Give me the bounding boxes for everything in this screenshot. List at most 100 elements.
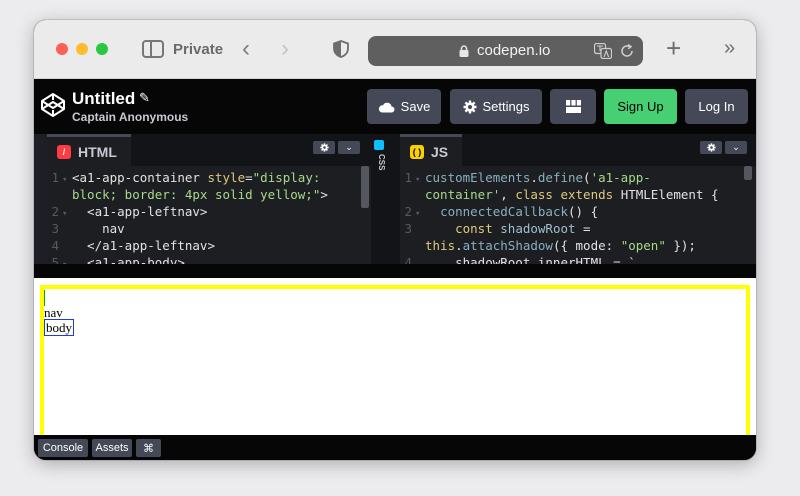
- html-tab-label: HTML: [78, 143, 117, 160]
- js-settings-button[interactable]: [700, 141, 722, 154]
- tab-html[interactable]: / HTML: [47, 134, 131, 166]
- code-token: });: [665, 238, 696, 253]
- new-tab-button[interactable]: +: [666, 34, 681, 62]
- js-collapse-button[interactable]: ⌄: [725, 141, 747, 154]
- code-token: =: [245, 170, 253, 185]
- css-tab-label[interactable]: CSS: [377, 154, 386, 170]
- cloud-icon: [378, 102, 395, 112]
- change-view-button[interactable]: [550, 89, 596, 124]
- code-token: 'a1-app-: [590, 170, 651, 185]
- result-preview[interactable]: nav body: [34, 278, 756, 445]
- code-line: 1 ▾ customElements.define('a1-app-: [400, 169, 651, 186]
- code-token: () {: [568, 204, 599, 219]
- editors-area: / HTML ⌄ 1 ▾ <a1-app-container style="disp…: [34, 134, 756, 264]
- save-button[interactable]: Save: [367, 89, 441, 124]
- html-settings-button[interactable]: [313, 141, 335, 154]
- code-line: 4 </a1-app-leftnav>: [47, 237, 215, 254]
- line-number: 5: [51, 255, 59, 264]
- preview-resize-handle[interactable]: [34, 264, 756, 278]
- line-number: 2: [51, 204, 59, 219]
- code-token: const: [425, 221, 501, 236]
- html-code[interactable]: 1 ▾ <a1-app-container style="display: block…: [47, 166, 371, 264]
- gear-icon: [706, 143, 716, 152]
- layout-grid-icon: [565, 100, 581, 113]
- edit-title-icon[interactable]: ✎: [139, 90, 150, 106]
- minimize-window-button[interactable]: [76, 43, 88, 55]
- code-line: 2 ▾ connectedCallback() {: [400, 203, 598, 220]
- codepen-logo-icon[interactable]: [40, 92, 66, 118]
- code-line: 2 ▾ <a1-app-leftnav>: [47, 203, 207, 220]
- code-line: this.attachShadow({ mode: "open" });: [400, 237, 696, 254]
- chevron-down-icon: ⌄: [732, 142, 740, 152]
- js-scrollbar[interactable]: [744, 166, 752, 180]
- console-button[interactable]: Console: [38, 439, 88, 457]
- close-window-button[interactable]: [56, 43, 68, 55]
- code-token: <a1-app-leftnav>: [72, 204, 208, 219]
- code-token: HTMLElement {: [620, 187, 719, 202]
- code-token: shadowRoot: [500, 221, 576, 236]
- js-tab-label: JS: [431, 143, 449, 160]
- html-editor: / HTML ⌄ 1 ▾ <a1-app-container style="disp…: [47, 134, 371, 264]
- chevron-down-icon: ⌄: [345, 142, 353, 152]
- code-token: connectedCallback: [440, 204, 568, 219]
- code-token: block; border: 4px solid yellow;": [72, 187, 321, 202]
- reload-icon[interactable]: [619, 43, 635, 59]
- line-number: 4: [51, 238, 59, 253]
- private-mode-label: Private: [173, 41, 224, 58]
- save-label: Save: [400, 99, 431, 114]
- code-token: shadowRoot.innerHTML = `: [425, 255, 636, 264]
- code-token: attachShadow: [462, 238, 553, 253]
- code-token: </a1-app-leftnav>: [72, 238, 215, 253]
- keyboard-shortcuts-button[interactable]: ⌘: [136, 439, 161, 457]
- line-number: 4: [404, 255, 412, 264]
- browser-window: Private ‹ › codepen.io + » Untitled ✎ Ca…: [34, 20, 756, 460]
- gear-icon: [463, 100, 476, 113]
- code-token: define: [537, 170, 584, 185]
- pen-title[interactable]: Untitled: [72, 89, 135, 109]
- fold-marker[interactable]: ▾: [62, 257, 72, 264]
- html-scrollbar[interactable]: [361, 166, 369, 208]
- forward-button[interactable]: ›: [281, 37, 289, 61]
- code-line: container', class extends HTMLElement {: [400, 186, 719, 203]
- a1-app-body: body: [44, 319, 74, 336]
- html-collapse-button[interactable]: ⌄: [338, 141, 360, 154]
- line-number: 1: [404, 170, 412, 185]
- code-token: .: [530, 170, 538, 185]
- html-editor-header: / HTML ⌄: [47, 134, 371, 166]
- line-number: 3: [404, 221, 412, 236]
- code-line: 4 shadowRoot.innerHTML = `: [400, 254, 636, 264]
- code-token: class extends: [515, 187, 621, 202]
- translate-icon[interactable]: [594, 43, 612, 59]
- code-token: "open": [620, 238, 666, 253]
- bottom-bar: Console Assets ⌘: [34, 435, 756, 460]
- js-code[interactable]: 1 ▾ customElements.define('a1-app-containe…: [400, 166, 756, 264]
- zoom-window-button[interactable]: [96, 43, 108, 55]
- sign-up-button[interactable]: Sign Up: [604, 89, 677, 124]
- tab-js[interactable]: ( ) JS: [400, 134, 463, 166]
- log-in-button[interactable]: Log In: [685, 89, 748, 124]
- code-token: =: [575, 221, 591, 236]
- address-bar[interactable]: codepen.io: [368, 36, 643, 66]
- lock-icon: [459, 45, 469, 57]
- js-editor: ( ) JS ⌄ 1 ▾ customElements.define('a1-app…: [400, 134, 756, 264]
- settings-button[interactable]: Settings: [450, 89, 542, 124]
- code-line: 3 nav: [47, 220, 125, 237]
- privacy-shield-icon[interactable]: [333, 40, 349, 58]
- pen-author: Captain Anonymous: [72, 110, 189, 124]
- js-editor-header: ( ) JS ⌄: [400, 134, 756, 166]
- code-token: <a1-app-body>: [72, 255, 185, 264]
- code-token: nav: [72, 221, 125, 236]
- code-token: style: [207, 170, 246, 185]
- html-badge-icon: /: [57, 144, 71, 159]
- code-token: ,: [500, 187, 516, 202]
- code-token: customElements: [425, 170, 531, 185]
- code-token: container': [425, 187, 501, 202]
- gear-icon: [319, 143, 329, 152]
- assets-button[interactable]: Assets: [92, 439, 132, 457]
- codepen-header: Untitled ✎ Captain Anonymous Save Settin…: [34, 79, 756, 134]
- tab-overview-button[interactable]: »: [724, 37, 735, 59]
- code-token: .: [455, 238, 463, 253]
- back-button[interactable]: ‹: [242, 37, 250, 61]
- code-line: block; border: 4px solid yellow;">: [47, 186, 328, 203]
- sidebar-toggle-icon[interactable]: [142, 40, 164, 58]
